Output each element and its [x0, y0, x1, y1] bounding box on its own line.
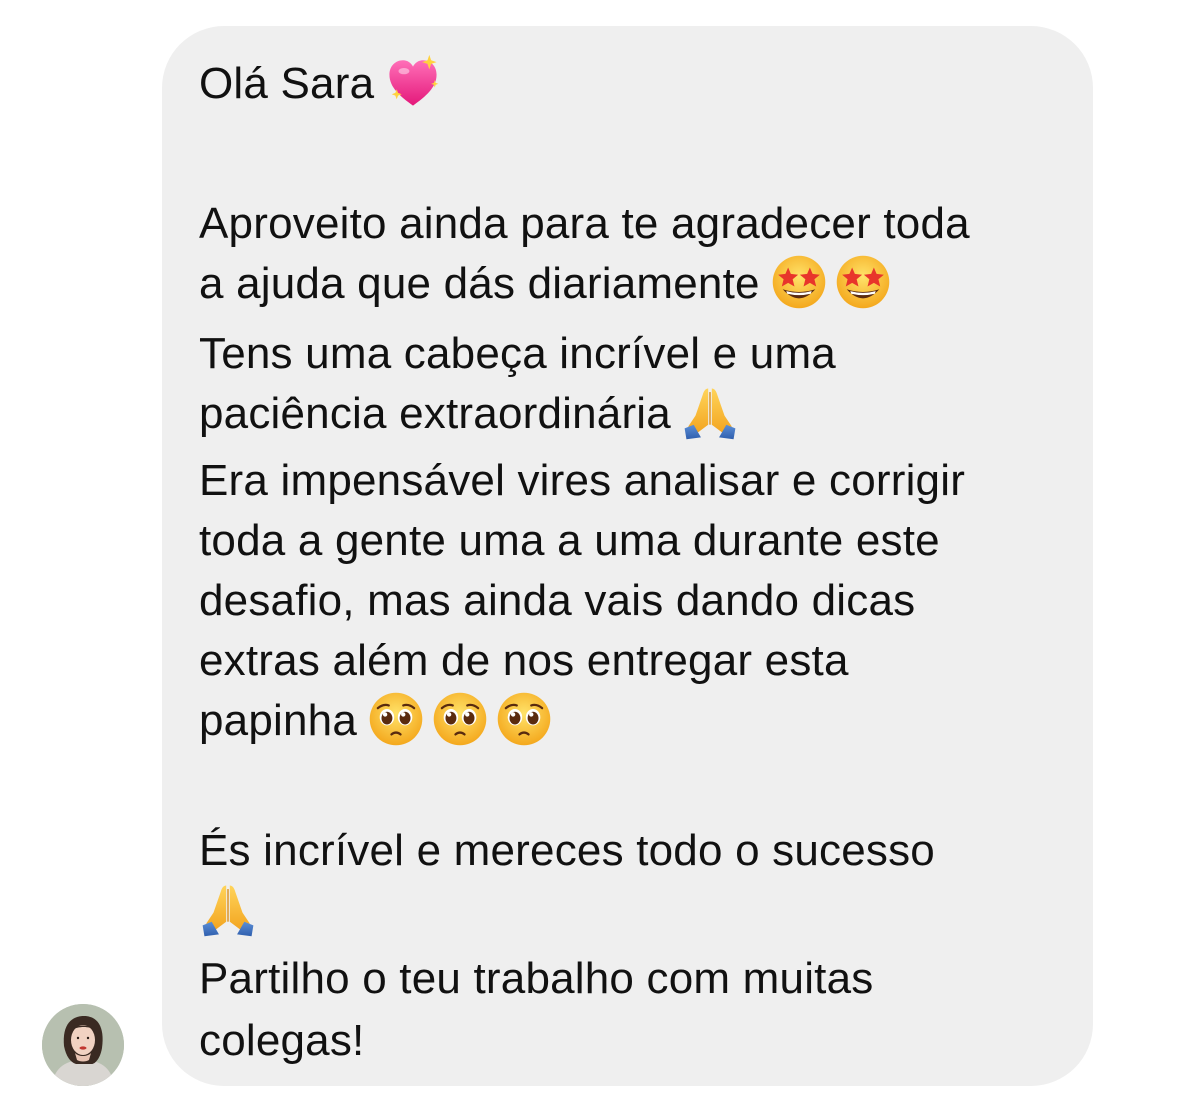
message-line: a ajuda que dás diariamente	[199, 253, 892, 315]
sparkling-heart-icon	[384, 53, 442, 111]
message-line-text: a ajuda que dás diariamente	[199, 259, 760, 308]
message-line-text: toda a gente uma a uma durante este	[199, 516, 940, 565]
sender-avatar[interactable]	[42, 1004, 124, 1086]
message-line-text: colegas!	[199, 1016, 365, 1065]
message-bubble[interactable]: Olá Sara Aproveito ainda para te agradece…	[162, 26, 1093, 1086]
pleading-face-icon	[431, 690, 489, 748]
avatar-portrait-icon	[42, 1004, 124, 1086]
message-line: toda a gente uma a uma durante este	[199, 510, 940, 572]
message-line: paciência extraordinária	[199, 383, 739, 445]
message-line: Aproveito ainda para te agradecer toda	[199, 193, 970, 255]
message-line-text: extras além de nos entregar esta	[199, 636, 849, 685]
message-line: colegas!	[199, 1010, 364, 1072]
message-line-text: Partilho o teu trabalho com muitas	[199, 954, 874, 1003]
message-line: Olá Sara	[199, 53, 442, 115]
pleading-face-icon	[367, 690, 425, 748]
message-line: desafio, mas ainda vais dando dicas	[199, 570, 915, 632]
message-line-text: desafio, mas ainda vais dando dicas	[199, 576, 916, 625]
message-line	[199, 880, 257, 942]
message-line-text: Era impensável vires analisar e corrigir	[199, 456, 966, 505]
message-line-text: papinha	[199, 696, 357, 745]
message-line: Partilho o teu trabalho com muitas	[199, 948, 873, 1010]
star-struck-icon	[834, 253, 892, 311]
star-struck-icon	[770, 253, 828, 311]
pleading-face-icon	[495, 690, 553, 748]
message-line: papinha	[199, 690, 553, 752]
message-line-text: paciência extraordinária	[199, 389, 671, 438]
message-line: Tens uma cabeça incrível e uma	[199, 323, 836, 385]
message-line-text: És incrível e mereces todo o sucesso	[199, 826, 935, 875]
message-line-text: Tens uma cabeça incrível e uma	[199, 329, 836, 378]
message-line-text: Aproveito ainda para te agradecer toda	[199, 199, 970, 248]
message-line: Era impensável vires analisar e corrigir	[199, 450, 965, 512]
folded-hands-icon	[681, 383, 739, 441]
message-line: extras além de nos entregar esta	[199, 630, 849, 692]
message-line: És incrível e mereces todo o sucesso	[199, 820, 935, 882]
message-line-text: Olá Sara	[199, 59, 375, 108]
folded-hands-icon	[199, 880, 257, 938]
